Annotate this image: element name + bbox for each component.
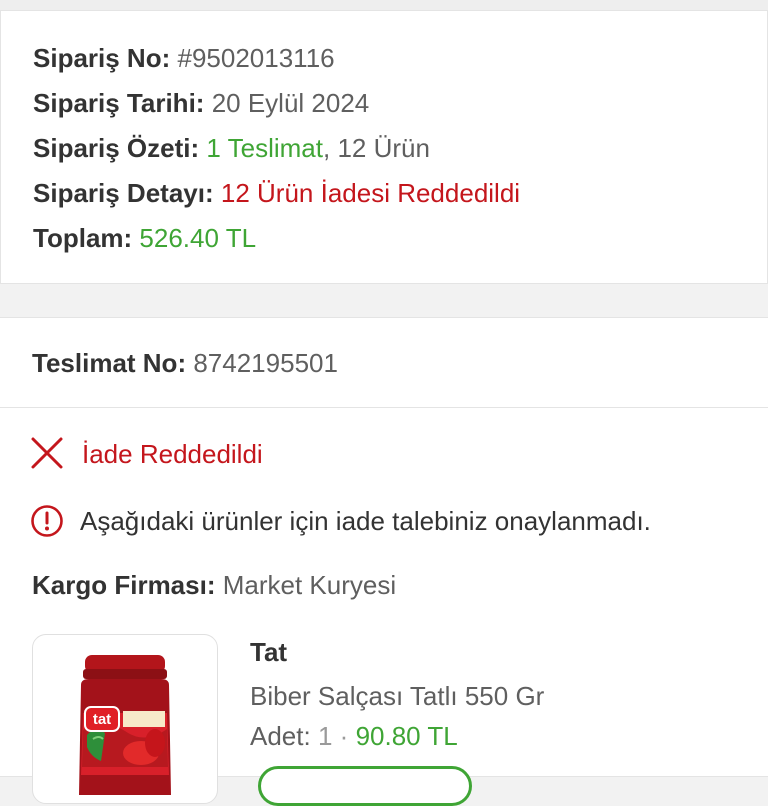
carrier-value: Market Kuryesi <box>222 570 397 600</box>
top-band <box>0 0 768 10</box>
order-summary-label: Sipariş Özeti: <box>33 133 200 163</box>
info-circle-icon <box>31 505 63 537</box>
order-total-row: Toplam: 526.40 TL <box>33 222 256 254</box>
svg-text:tat: tat <box>93 711 111 728</box>
delivery-card: Teslimat No: 8742195501 İade Reddedildi … <box>0 317 768 806</box>
tomato-paste-jar-image: tat <box>79 655 171 795</box>
product-brand: Tat <box>250 637 288 667</box>
delivery-divider <box>0 407 768 408</box>
order-summary-delivery[interactable]: 1 Teslimat <box>206 133 323 163</box>
qty-price-separator: · <box>339 721 349 751</box>
order-detail-value: 12 Ürün İadesi Reddedildi <box>220 178 521 208</box>
return-info-text: Aşağıdaki ürünler için iade talebiniz on… <box>80 506 651 536</box>
order-date-label: Sipariş Tarihi: <box>33 88 205 118</box>
order-summary-separator: , <box>322 133 331 163</box>
return-status-text: İade Reddedildi <box>82 439 263 469</box>
order-summary-row: Sipariş Özeti: 1 Teslimat, 12 Ürün <box>33 132 430 164</box>
delivery-number-row: Teslimat No: 8742195501 <box>32 347 338 379</box>
delivery-number-value: 8742195501 <box>193 348 338 378</box>
delivery-number-label: Teslimat No: <box>32 348 187 378</box>
product-image[interactable]: tat <box>32 634 218 804</box>
qty-value: 1 <box>317 721 333 751</box>
order-detail-row: Sipariş Detayı: 12 Ürün İadesi Reddedild… <box>33 177 520 209</box>
close-x-icon <box>31 437 63 469</box>
order-summary-card: Sipariş No: #9502013116 Sipariş Tarihi: … <box>0 10 768 284</box>
carrier-label: Kargo Firması: <box>32 570 216 600</box>
product-name[interactable]: Biber Salçası Tatlı 550 Gr <box>250 680 544 712</box>
product-action-button[interactable] <box>258 766 472 806</box>
order-number-value: #9502013116 <box>177 43 335 73</box>
carrier-row: Kargo Firması: Market Kuryesi <box>32 569 396 601</box>
order-total-label: Toplam: <box>33 223 133 253</box>
product-price: 90.80 TL <box>355 721 458 751</box>
order-number-row: Sipariş No: #9502013116 <box>33 42 335 74</box>
product-qty-price-row: Adet: 1 · 90.80 TL <box>250 720 458 752</box>
order-total-value: 526.40 TL <box>139 223 257 253</box>
order-summary-items: 12 Ürün <box>337 133 430 163</box>
order-detail-label: Sipariş Detayı: <box>33 178 214 208</box>
order-date-row: Sipariş Tarihi: 20 Eylül 2024 <box>33 87 369 119</box>
qty-label: Adet: <box>250 721 311 751</box>
order-number-label: Sipariş No: <box>33 43 171 73</box>
order-date-value: 20 Eylül 2024 <box>211 88 370 118</box>
